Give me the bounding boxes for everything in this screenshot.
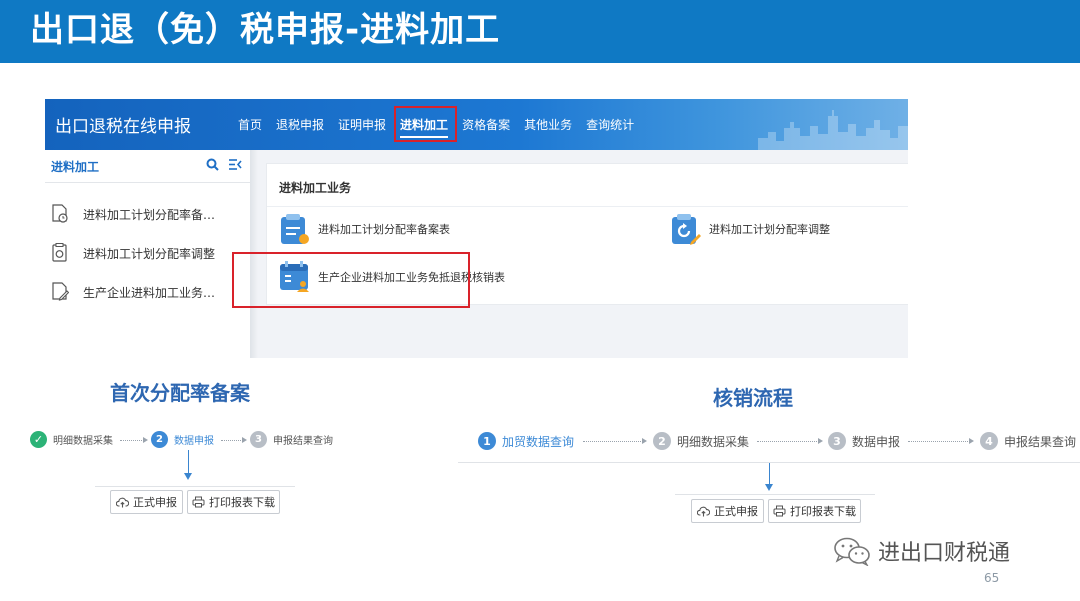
wechat-icon	[834, 537, 870, 566]
first-print-download-button[interactable]: 打印报表下载	[187, 490, 280, 514]
form-doc-icon	[281, 214, 309, 244]
flow-first-step-1: ✓ 明细数据采集	[30, 431, 113, 448]
business-item-allocation-filing[interactable]: 进料加工计划分配率备案表	[278, 212, 450, 246]
search-icon[interactable]	[206, 158, 219, 171]
nav-certificate-declaration[interactable]: 证明申报	[338, 115, 386, 135]
verify-submit-button[interactable]: 正式申报	[691, 499, 764, 523]
printer-icon	[773, 505, 786, 517]
business-item-highlight-box	[232, 252, 470, 308]
sidebar-item-allocation-filing[interactable]: 进料加工计划分配率备…	[51, 204, 215, 224]
first-submit-button[interactable]: 正式申报	[110, 490, 183, 514]
flow-verify-step-1: 1 加贸数据查询	[478, 432, 574, 450]
business-item-label: 进料加工计划分配率备案表	[318, 223, 450, 236]
doc-refresh-icon	[52, 243, 67, 262]
portal-name: 出口退税在线申报	[55, 117, 191, 137]
nav-tax-refund-declaration[interactable]: 退税申报	[276, 115, 324, 135]
flow-verify-step-4: 4 申报结果查询	[980, 432, 1076, 450]
nav-home[interactable]: 首页	[238, 115, 262, 135]
watermark-text: 进出口财税通	[878, 541, 1011, 566]
sidebar-item-allocation-adjustment[interactable]: 进料加工计划分配率调整	[51, 243, 215, 263]
doc-edit-icon	[52, 282, 69, 301]
flow-verify-step-2: 2 明细数据采集	[653, 432, 749, 450]
portal-topbar: 出口退税在线申报 首页 退税申报 证明申报 进料加工 资格备案 其他业务 查询统…	[45, 99, 908, 150]
flow-verify-step-3: 3 数据申报	[828, 432, 900, 450]
sidebar-header: 进料加工	[45, 150, 250, 183]
business-item-label: 进料加工计划分配率调整	[709, 223, 830, 236]
page-number: 65	[984, 571, 1000, 585]
sidebar-item-label: 进料加工计划分配率备…	[83, 207, 216, 222]
slide-header: 出口退（免）税申报-进料加工	[0, 0, 1080, 63]
check-icon: ✓	[30, 431, 47, 448]
sidebar-title: 进料加工	[51, 160, 100, 174]
sidebar: 进料加工 进料加工计划分配率备… 进料加工计划分配率调整 生产企业进料加工业务…	[45, 150, 250, 358]
sidebar-item-verification[interactable]: 生产企业进料加工业务…	[51, 282, 215, 302]
flow-verify-title: 核销流程	[713, 386, 793, 410]
business-card-title: 进料加工业务	[279, 181, 352, 195]
flow-first-arrow	[184, 450, 192, 480]
form-refresh-icon	[672, 214, 701, 245]
wechat-watermark: 进出口财税通	[832, 535, 1010, 567]
sidebar-item-label: 进料加工计划分配率调整	[83, 246, 216, 261]
slide-title: 出口退（免）税申报-进料加工	[30, 10, 501, 50]
flow-first-step-2: 2 数据申报	[151, 431, 214, 448]
business-item-allocation-adjustment[interactable]: 进料加工计划分配率调整	[669, 212, 830, 246]
printer-icon	[192, 496, 205, 508]
upload-cloud-icon	[697, 506, 710, 516]
flow-first-step-3: 3 申报结果查询	[250, 431, 333, 448]
flow-verify-arrow	[765, 463, 773, 491]
nav-other-business[interactable]: 其他业务	[524, 115, 572, 135]
flow-first-title: 首次分配率备案	[110, 381, 250, 405]
collapse-menu-icon[interactable]	[228, 158, 242, 171]
doc-clock-icon	[52, 204, 68, 223]
portal-screenshot: 出口退税在线申报 首页 退税申报 证明申报 进料加工 资格备案 其他业务 查询统…	[45, 99, 908, 358]
skyline-graphic	[758, 110, 908, 150]
verify-print-download-button[interactable]: 打印报表下载	[768, 499, 861, 523]
nav-query-statistics[interactable]: 查询统计	[586, 115, 634, 135]
sidebar-item-label: 生产企业进料加工业务…	[83, 285, 216, 300]
upload-cloud-icon	[116, 497, 129, 507]
nav-qualification-filing[interactable]: 资格备案	[462, 115, 510, 135]
nav-highlight-box	[394, 106, 457, 142]
